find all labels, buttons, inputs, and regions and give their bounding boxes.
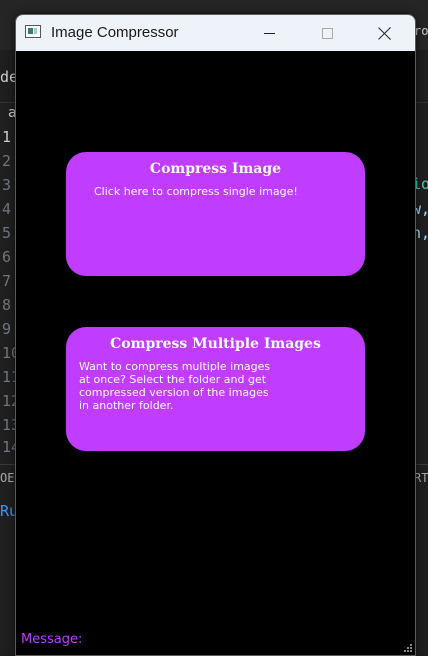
card-description: Click here to compress single image! (94, 185, 298, 198)
grip-dot (407, 647, 409, 649)
grip-dot (407, 650, 409, 652)
maximize-button[interactable] (298, 15, 356, 51)
message-label: Message: (21, 632, 83, 647)
line-number: 3 (2, 176, 12, 194)
grip-dot (410, 644, 412, 646)
resize-grip[interactable] (402, 642, 412, 652)
close-button[interactable] (356, 15, 414, 51)
card-description: Want to compress multiple images at once… (79, 360, 271, 412)
line-number: 5 (2, 224, 12, 242)
compress-image-button[interactable]: Compress Image Click here to compress si… (66, 152, 365, 276)
maximize-icon (321, 27, 333, 39)
compress-multiple-images-button[interactable]: Compress Multiple Images Want to compres… (66, 327, 365, 451)
line-number: 6 (2, 248, 12, 266)
editor-fragment-right: roj (414, 24, 428, 38)
card-title: Compress Multiple Images (110, 336, 321, 352)
line-number: 1 (2, 128, 12, 146)
minimize-button[interactable] (240, 15, 298, 51)
line-number: 4 (2, 200, 12, 218)
line-number: 2 (2, 152, 12, 170)
title-bar[interactable]: Image Compressor (16, 15, 415, 51)
grip-dot (404, 650, 406, 652)
app-icon (25, 25, 41, 38)
line-number: 9 (2, 320, 12, 338)
panel-tab-fragment: OE (0, 471, 15, 485)
line-number: 8 (2, 296, 12, 314)
grip-dot (410, 650, 412, 652)
app-window: Image Compressor Compress Image Click he… (15, 14, 416, 656)
line-number: 7 (2, 272, 12, 290)
grip-dot (410, 647, 412, 649)
close-icon (378, 26, 392, 40)
card-title: Compress Image (149, 161, 282, 177)
panel-tab-fragment: RT (414, 471, 428, 485)
window-title: Image Compressor (51, 24, 179, 41)
minimize-icon (263, 32, 275, 34)
